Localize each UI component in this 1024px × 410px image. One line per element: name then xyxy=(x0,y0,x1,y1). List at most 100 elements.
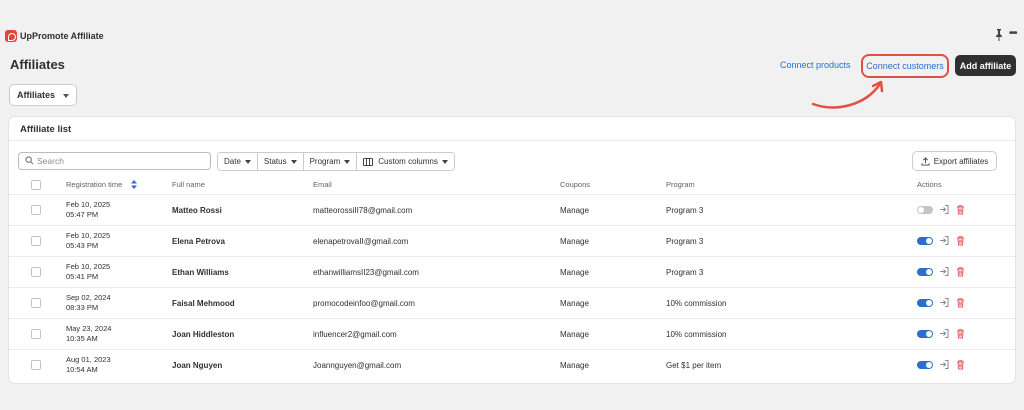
affiliate-name[interactable]: Joan Hiddleston xyxy=(172,330,234,339)
caret-down-icon xyxy=(441,159,448,164)
registration-date: May 23, 2024 xyxy=(66,324,112,333)
affiliate-program: Program 3 xyxy=(666,237,704,246)
row-checkbox[interactable] xyxy=(31,360,41,370)
registration-clock: 05:43 PM xyxy=(66,241,99,250)
table-row[interactable]: Feb 10, 2025 05:43 PM Elena Petrova elen… xyxy=(9,225,1015,256)
row-checkbox[interactable] xyxy=(31,267,41,277)
delete-icon[interactable] xyxy=(955,297,966,308)
row-checkbox[interactable] xyxy=(31,329,41,339)
program-filter[interactable]: Program xyxy=(303,153,358,170)
card-title: Affiliate list xyxy=(20,124,72,135)
row-checkbox[interactable] xyxy=(31,236,41,246)
registration-date: Aug 01, 2023 xyxy=(66,355,111,364)
export-label: Export affiliates xyxy=(933,156,989,166)
search-input[interactable] xyxy=(37,153,207,169)
table-row[interactable]: Aug 01, 2023 10:54 AM Joan Nguyen Joanng… xyxy=(9,349,1015,380)
delete-icon[interactable] xyxy=(955,204,966,215)
caret-down-icon xyxy=(63,94,69,98)
registration-time: Aug 01, 2023 10:54 AM xyxy=(66,355,111,375)
view-select-value: Affiliates xyxy=(17,90,56,100)
app-name: UpPromote Affiliate xyxy=(20,31,104,41)
more-icon[interactable]: ••• xyxy=(1009,28,1017,39)
manage-coupons-link[interactable]: Manage xyxy=(560,237,589,246)
sort-icon[interactable] xyxy=(131,180,137,189)
affiliate-name[interactable]: Elena Petrova xyxy=(172,237,225,246)
manage-coupons-link[interactable]: Manage xyxy=(560,330,589,339)
table-header: Registration time Full name Email Coupon… xyxy=(9,177,1015,193)
delete-icon[interactable] xyxy=(955,328,966,339)
registration-clock: 05:41 PM xyxy=(66,272,99,281)
registration-time: May 23, 2024 10:35 AM xyxy=(66,324,111,344)
divider xyxy=(9,140,1015,141)
affiliate-name[interactable]: Matteo Rossi xyxy=(172,206,222,215)
page-title: Affiliates xyxy=(10,57,65,72)
date-filter[interactable]: Date xyxy=(218,153,258,170)
login-as-affiliate-icon[interactable] xyxy=(939,266,950,277)
view-select[interactable]: Affiliates xyxy=(9,84,77,106)
affiliate-program: Program 3 xyxy=(666,206,704,215)
delete-icon[interactable] xyxy=(955,266,966,277)
manage-coupons-link[interactable]: Manage xyxy=(560,299,589,308)
export-affiliates-button[interactable]: Export affiliates xyxy=(912,151,997,171)
delete-icon[interactable] xyxy=(955,235,966,246)
custom-columns-label: Custom columns xyxy=(378,157,438,166)
table-row[interactable]: Feb 10, 2025 05:47 PM Matteo Rossi matte… xyxy=(9,194,1015,225)
status-toggle[interactable] xyxy=(917,268,933,276)
status-filter[interactable]: Status xyxy=(257,153,304,170)
affiliate-name[interactable]: Joan Nguyen xyxy=(172,361,222,370)
column-registration-time[interactable]: Registration time xyxy=(66,180,122,189)
affiliate-email: ethanwilliamsII23@gmail.com xyxy=(313,268,419,277)
caret-down-icon xyxy=(290,159,297,164)
app-bar: UpPromote Affiliate ••• xyxy=(0,26,1024,48)
manage-coupons-link[interactable]: Manage xyxy=(560,268,589,277)
manage-coupons-link[interactable]: Manage xyxy=(560,361,589,370)
login-as-affiliate-icon[interactable] xyxy=(939,328,950,339)
column-program: Program xyxy=(666,180,695,189)
affiliate-email: matteorossiII78@gmail.com xyxy=(313,206,413,215)
affiliate-program: Program 3 xyxy=(666,268,704,277)
status-toggle[interactable] xyxy=(917,299,933,307)
registration-clock: 10:35 AM xyxy=(66,334,98,343)
affiliate-program: 10% commission xyxy=(666,330,727,339)
table-row[interactable]: Sep 02, 2024 08:33 PM Faisal Mehmood pro… xyxy=(9,287,1015,318)
status-toggle[interactable] xyxy=(917,206,933,214)
program-filter-label: Program xyxy=(309,157,341,166)
annotation-arrow-icon xyxy=(811,80,884,109)
login-as-affiliate-icon[interactable] xyxy=(939,204,950,215)
add-affiliate-button[interactable]: Add affiliate xyxy=(955,55,1016,76)
registration-date: Feb 10, 2025 xyxy=(66,262,111,271)
column-actions: Actions xyxy=(917,180,942,189)
status-toggle[interactable] xyxy=(917,237,933,245)
delete-icon[interactable] xyxy=(955,359,966,370)
affiliate-name[interactable]: Ethan Williams xyxy=(172,268,229,277)
affiliate-email: elenapetrovaII@gmail.com xyxy=(313,237,409,246)
row-checkbox[interactable] xyxy=(31,205,41,215)
manage-coupons-link[interactable]: Manage xyxy=(560,206,589,215)
connect-customers-button[interactable]: Connect customers xyxy=(861,54,949,78)
login-as-affiliate-icon[interactable] xyxy=(939,359,950,370)
date-filter-label: Date xyxy=(224,157,241,166)
status-filter-label: Status xyxy=(263,157,287,166)
pin-icon[interactable] xyxy=(995,29,1003,41)
columns-icon xyxy=(363,157,374,166)
table-row[interactable]: May 23, 2024 10:35 AM Joan Hiddleston in… xyxy=(9,318,1015,349)
affiliate-email: promocodeinfoo@gmail.com xyxy=(313,299,415,308)
affiliate-email: influencer2@gmail.com xyxy=(313,330,397,339)
search-box[interactable] xyxy=(18,152,211,170)
registration-date: Feb 10, 2025 xyxy=(66,231,111,240)
registration-time: Feb 10, 2025 05:47 PM xyxy=(66,200,110,220)
login-as-affiliate-icon[interactable] xyxy=(939,297,950,308)
table-row[interactable]: Feb 10, 2025 05:41 PM Ethan Williams eth… xyxy=(9,256,1015,287)
connect-products-button[interactable]: Connect products xyxy=(780,60,851,70)
uppromote-logo-icon xyxy=(5,30,17,42)
login-as-affiliate-icon[interactable] xyxy=(939,235,950,246)
status-toggle[interactable] xyxy=(917,361,933,369)
column-coupons: Coupons xyxy=(560,180,591,189)
custom-columns-button[interactable]: Custom columns xyxy=(357,153,454,170)
status-toggle[interactable] xyxy=(917,330,933,338)
affiliate-name[interactable]: Faisal Mehmood xyxy=(172,299,235,308)
registration-clock: 05:47 PM xyxy=(66,210,99,219)
row-checkbox[interactable] xyxy=(31,298,41,308)
select-all-checkbox[interactable] xyxy=(31,180,41,190)
affiliate-program: Get $1 per item xyxy=(666,361,722,370)
